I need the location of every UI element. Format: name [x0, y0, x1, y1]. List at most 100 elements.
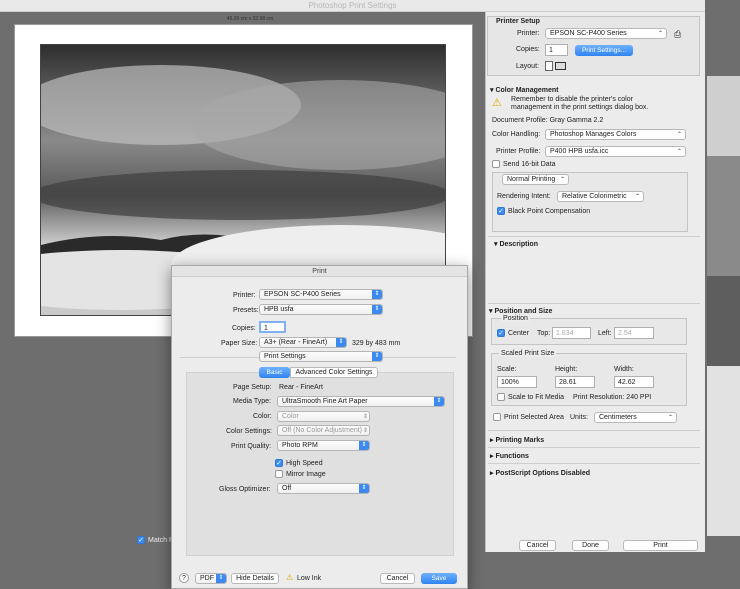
center-option[interactable]: ✓ Center	[497, 329, 529, 337]
mirror-image-checkbox[interactable]	[275, 470, 283, 478]
print-selected-area[interactable]: Print Selected Area	[493, 413, 564, 421]
printing-marks-header[interactable]: ▸ Printing Marks	[490, 436, 544, 444]
print-settings-button[interactable]: Print Settings...	[575, 45, 633, 56]
height-input[interactable]: 28.61	[555, 376, 595, 388]
select-arrow-icon: ⇕	[336, 338, 346, 347]
paper-size-label: Paper Size:	[221, 340, 258, 347]
scale-label: Scale:	[497, 366, 517, 373]
tab-advanced-color[interactable]: Advanced Color Settings	[290, 367, 378, 378]
gloss-optimizer-select[interactable]: Off ⇕	[277, 483, 370, 494]
printer-setup-header: Printer Setup	[496, 18, 540, 25]
select-arrow-icon: ⇕	[434, 397, 444, 406]
printer-profile-select[interactable]: P400 HPB usfa.icc ⌃	[545, 146, 686, 157]
left-label: Left:	[598, 330, 612, 337]
top-input[interactable]: 1.834	[552, 327, 591, 339]
match-checkbox[interactable]: ✓	[137, 536, 145, 544]
media-type-label: Media Type:	[233, 398, 272, 405]
select-arrow-icon: ⇕	[359, 441, 369, 450]
height-label: Height:	[555, 366, 578, 373]
printer-select[interactable]: EPSON SC-P400 Series ⌃	[545, 28, 667, 39]
print-selected-checkbox[interactable]	[493, 413, 501, 421]
color-handling-select[interactable]: Photoshop Manages Colors ⌃	[545, 129, 686, 140]
cancel-button[interactable]: Cancel	[519, 540, 556, 551]
center-checkbox[interactable]: ✓	[497, 329, 505, 337]
select-arrow-icon: ⇕	[372, 290, 382, 299]
gloss-optimizer-label: Gloss Optimizer:	[219, 486, 271, 493]
scale-to-fit-checkbox[interactable]	[497, 393, 505, 401]
color-management-header[interactable]: ▾ Color Management	[490, 86, 558, 94]
rendering-intent-label: Rendering Intent:	[497, 193, 551, 200]
divider	[488, 447, 700, 448]
help-button[interactable]: ?	[179, 573, 189, 583]
copies-label: Copies:	[516, 46, 540, 53]
print-button[interactable]: Print	[623, 540, 698, 551]
page-setup-value: Rear - FineArt	[279, 384, 323, 391]
portrait-layout-icon[interactable]	[545, 61, 553, 71]
paper-size-select[interactable]: A3+ (Rear - FineArt) ⇕	[259, 337, 347, 348]
printer-settings-icon[interactable]: ⎙	[674, 29, 681, 40]
functions-header[interactable]: ▸ Functions	[490, 452, 529, 460]
document-profile: Document Profile: Gray Gamma 2.2	[492, 117, 604, 124]
units-select[interactable]: Centimeters ⌃	[594, 412, 677, 423]
match-label: Match P	[148, 536, 174, 544]
width-input[interactable]: 42.62	[614, 376, 654, 388]
dialog-cancel-button[interactable]: Cancel	[380, 573, 415, 584]
window-title: Photoshop Print Settings	[0, 0, 705, 12]
rendering-intent-select[interactable]: Relative Colorimetric ⌃	[557, 191, 644, 202]
position-size-header[interactable]: ▾ Position and Size	[489, 307, 552, 315]
color-select[interactable]: Color ⇕	[277, 411, 370, 422]
bpc-checkbox[interactable]: ✓	[497, 207, 505, 215]
cm-warning-text: Remember to disable the printer's color …	[511, 96, 649, 111]
printer-label: Printer:	[517, 30, 540, 37]
print-quality-label: Print Quality:	[231, 443, 272, 450]
tab-basic[interactable]: Basic	[259, 367, 290, 378]
description-header[interactable]: ▾ Description	[494, 240, 538, 248]
print-resolution: Print Resolution: 240 PPI	[573, 394, 652, 401]
width-label: Width:	[614, 366, 634, 373]
select-arrow-icon: ⇕	[362, 414, 368, 420]
hide-details-button[interactable]: Hide Details	[231, 573, 279, 584]
page-setup-label: Page Setup:	[233, 384, 272, 391]
divider	[488, 303, 700, 304]
color-label: Color:	[253, 413, 272, 420]
printer-profile-label: Printer Profile:	[496, 148, 541, 155]
scale-input[interactable]: 100%	[497, 376, 537, 388]
black-point-compensation[interactable]: ✓ Black Point Compensation	[497, 207, 590, 215]
panel-select[interactable]: Print Settings ⇕	[259, 351, 383, 362]
left-input[interactable]: 2.54	[614, 327, 654, 339]
high-speed-checkbox[interactable]: ✓	[275, 459, 283, 467]
top-label: Top:	[537, 330, 551, 337]
select-arrow-icon: ⇕	[362, 428, 368, 434]
mirror-image-option[interactable]: Mirror Image	[275, 470, 326, 478]
dialog-copies-input[interactable]: 1	[259, 321, 286, 333]
media-type-select[interactable]: UltraSmooth Fine Art Paper ⇕	[277, 396, 445, 407]
warning-icon: ⚠	[492, 97, 502, 109]
color-settings-label: Color Settings:	[226, 428, 272, 435]
print-quality-select[interactable]: Photo RPM ⇕	[277, 440, 370, 451]
scaled-size-label: Scaled Print Size	[499, 350, 557, 357]
color-settings-select[interactable]: Off (No Color Adjustment) ⇕	[277, 425, 370, 436]
dialog-printer-select[interactable]: EPSON SC-P400 Series ⇕	[259, 289, 383, 300]
send-16bit[interactable]: Send 16-bit Data	[492, 160, 556, 168]
divider	[488, 236, 700, 237]
scale-to-fit[interactable]: Scale to Fit Media	[497, 393, 564, 401]
dialog-title: Print	[172, 266, 467, 277]
divider	[488, 430, 700, 431]
match-print-colors[interactable]: ✓ Match P	[137, 536, 174, 544]
pdf-menu[interactable]: PDF ⇕	[195, 573, 227, 584]
high-speed-option[interactable]: ✓ High Speed	[275, 459, 323, 467]
copies-input[interactable]: 1	[545, 44, 568, 56]
landscape-layout-icon[interactable]	[555, 62, 566, 70]
print-size-label: 49.26 cm x 32.98 cm	[226, 16, 274, 22]
low-ink-label: Low Ink	[297, 575, 322, 582]
send-16bit-checkbox[interactable]	[492, 160, 500, 168]
dialog-save-button[interactable]: Save	[421, 573, 457, 584]
postscript-header[interactable]: ▸ PostScript Options Disabled	[490, 469, 590, 477]
normal-printing-select[interactable]: Normal Printing ⌃	[502, 174, 569, 185]
layout-label: Layout:	[516, 63, 539, 70]
divider	[488, 463, 700, 464]
done-button[interactable]: Done	[572, 540, 609, 551]
color-handling-label: Color Handling:	[492, 131, 541, 138]
presets-select[interactable]: HPB usfa ⇕	[259, 304, 383, 315]
dialog-copies-label: Copies:	[232, 325, 256, 332]
